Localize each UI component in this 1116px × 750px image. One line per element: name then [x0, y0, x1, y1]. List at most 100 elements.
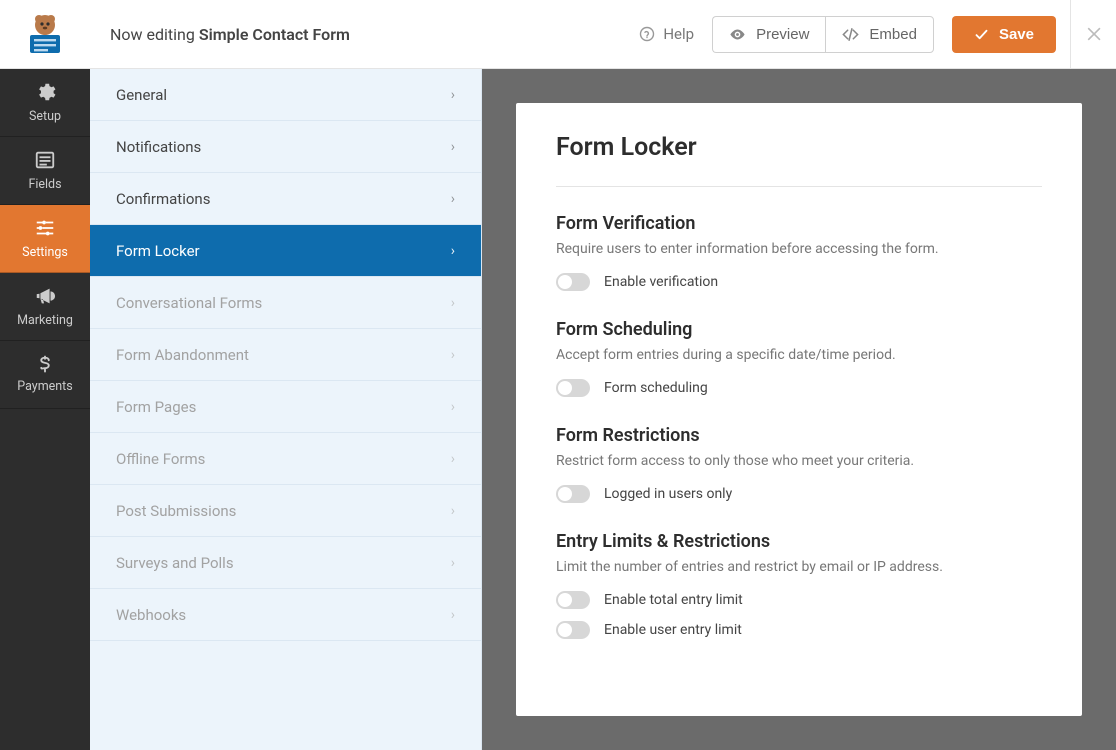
- rail-item-setup[interactable]: Setup: [0, 69, 90, 137]
- form-name: Simple Contact Form: [199, 25, 350, 44]
- rail-item-fields[interactable]: Fields: [0, 137, 90, 205]
- code-icon: [842, 26, 859, 43]
- sub-item-confirmations[interactable]: Confirmations ›: [90, 173, 481, 225]
- rail-item-payments[interactable]: Payments: [0, 341, 90, 409]
- toggle-label: Logged in users only: [604, 486, 732, 502]
- help-link[interactable]: Help: [639, 25, 694, 43]
- sub-item-webhooks[interactable]: Webhooks ›: [90, 589, 481, 641]
- sub-item-form-locker[interactable]: Form Locker ›: [90, 225, 481, 277]
- section-form-scheduling: Form Scheduling Accept form entries duri…: [556, 319, 1042, 397]
- section-description: Restrict form access to only those who m…: [556, 453, 1042, 469]
- editing-prefix: Now editing: [110, 25, 199, 44]
- toggle-label: Enable total entry limit: [604, 592, 743, 608]
- divider: [556, 186, 1042, 187]
- sub-item-general[interactable]: General ›: [90, 69, 481, 121]
- chevron-right-icon: ›: [451, 451, 455, 467]
- sub-item-form-pages[interactable]: Form Pages ›: [90, 381, 481, 433]
- chevron-right-icon: ›: [451, 399, 455, 415]
- editing-label: Now editing Simple Contact Form: [110, 25, 350, 44]
- close-editor-button[interactable]: [1070, 0, 1116, 69]
- app-logo: [0, 0, 90, 69]
- rail-label: Payments: [17, 379, 72, 394]
- settings-subpanel: General › Notifications › Confirmations …: [90, 69, 482, 750]
- sub-item-label: Confirmations: [116, 190, 210, 208]
- toggle-form-scheduling[interactable]: Form scheduling: [556, 379, 1042, 397]
- wpforms-logo-icon: [22, 11, 68, 57]
- settings-card: Form Locker Form Verification Require us…: [516, 103, 1082, 716]
- toggle-label: Form scheduling: [604, 380, 708, 396]
- toggle-user-entry-limit[interactable]: Enable user entry limit: [556, 621, 1042, 639]
- preview-label: Preview: [756, 26, 809, 43]
- sliders-icon: [34, 217, 56, 239]
- sub-item-label: Offline Forms: [116, 450, 205, 468]
- page-title: Form Locker: [556, 133, 1042, 162]
- save-label: Save: [999, 26, 1034, 43]
- sub-item-post-submissions[interactable]: Post Submissions ›: [90, 485, 481, 537]
- chevron-right-icon: ›: [451, 555, 455, 571]
- chevron-right-icon: ›: [451, 607, 455, 623]
- switch-icon: [556, 273, 590, 291]
- rail-item-marketing[interactable]: Marketing: [0, 273, 90, 341]
- rail-label: Settings: [22, 245, 68, 260]
- chevron-right-icon: ›: [451, 347, 455, 363]
- top-actions: Help Preview Embed Save: [639, 16, 1070, 53]
- eye-icon: [729, 26, 746, 43]
- sub-item-label: Notifications: [116, 138, 201, 156]
- preview-button[interactable]: Preview: [712, 16, 825, 53]
- section-heading: Form Restrictions: [556, 425, 1042, 446]
- rail-item-settings[interactable]: Settings: [0, 205, 90, 273]
- section-description: Accept form entries during a specific da…: [556, 347, 1042, 363]
- dollar-icon: [36, 355, 54, 373]
- help-icon: [639, 26, 655, 42]
- section-form-restrictions: Form Restrictions Restrict form access t…: [556, 425, 1042, 503]
- save-button[interactable]: Save: [952, 16, 1056, 53]
- chevron-right-icon: ›: [451, 191, 455, 207]
- rail-label: Fields: [28, 177, 61, 192]
- sub-item-label: Form Pages: [116, 398, 196, 416]
- switch-icon: [556, 485, 590, 503]
- sub-item-offline-forms[interactable]: Offline Forms ›: [90, 433, 481, 485]
- sub-item-label: Post Submissions: [116, 502, 236, 520]
- toggle-enable-verification[interactable]: Enable verification: [556, 273, 1042, 291]
- section-description: Require users to enter information befor…: [556, 241, 1042, 257]
- sub-item-surveys-polls[interactable]: Surveys and Polls ›: [90, 537, 481, 589]
- sub-item-conversational-forms[interactable]: Conversational Forms ›: [90, 277, 481, 329]
- switch-icon: [556, 591, 590, 609]
- switch-icon: [556, 621, 590, 639]
- embed-button[interactable]: Embed: [825, 16, 934, 53]
- sub-item-label: General: [116, 86, 167, 104]
- toggle-label: Enable user entry limit: [604, 622, 742, 638]
- toggle-label: Enable verification: [604, 274, 718, 290]
- preview-embed-group: Preview Embed: [712, 16, 934, 53]
- sub-item-label: Form Locker: [116, 242, 200, 260]
- sub-item-label: Conversational Forms: [116, 294, 262, 312]
- chevron-right-icon: ›: [451, 139, 455, 155]
- section-heading: Entry Limits & Restrictions: [556, 531, 1042, 552]
- chevron-right-icon: ›: [451, 87, 455, 103]
- top-bar: Now editing Simple Contact Form Help Pre…: [0, 0, 1116, 69]
- left-rail: Setup Fields Settings Marketing Payments: [0, 69, 90, 750]
- sub-item-label: Surveys and Polls: [116, 554, 234, 572]
- toggle-total-entry-limit[interactable]: Enable total entry limit: [556, 591, 1042, 609]
- chevron-right-icon: ›: [451, 503, 455, 519]
- sub-item-label: Webhooks: [116, 606, 186, 624]
- switch-icon: [556, 379, 590, 397]
- sub-item-notifications[interactable]: Notifications ›: [90, 121, 481, 173]
- bullhorn-icon: [34, 285, 56, 307]
- sub-item-label: Form Abandonment: [116, 346, 249, 364]
- rail-label: Setup: [29, 109, 61, 124]
- main-area: Setup Fields Settings Marketing Payments: [0, 69, 1116, 750]
- section-heading: Form Scheduling: [556, 319, 1042, 340]
- toggle-logged-in-users-only[interactable]: Logged in users only: [556, 485, 1042, 503]
- embed-label: Embed: [869, 26, 917, 43]
- chevron-right-icon: ›: [451, 295, 455, 311]
- gear-icon: [34, 81, 56, 103]
- chevron-right-icon: ›: [451, 243, 455, 259]
- content-wrap: Form Locker Form Verification Require us…: [482, 69, 1116, 750]
- help-text: Help: [663, 25, 694, 43]
- section-description: Limit the number of entries and restrict…: [556, 559, 1042, 575]
- check-icon: [974, 27, 989, 42]
- rail-label: Marketing: [17, 313, 73, 328]
- section-form-verification: Form Verification Require users to enter…: [556, 213, 1042, 291]
- sub-item-form-abandonment[interactable]: Form Abandonment ›: [90, 329, 481, 381]
